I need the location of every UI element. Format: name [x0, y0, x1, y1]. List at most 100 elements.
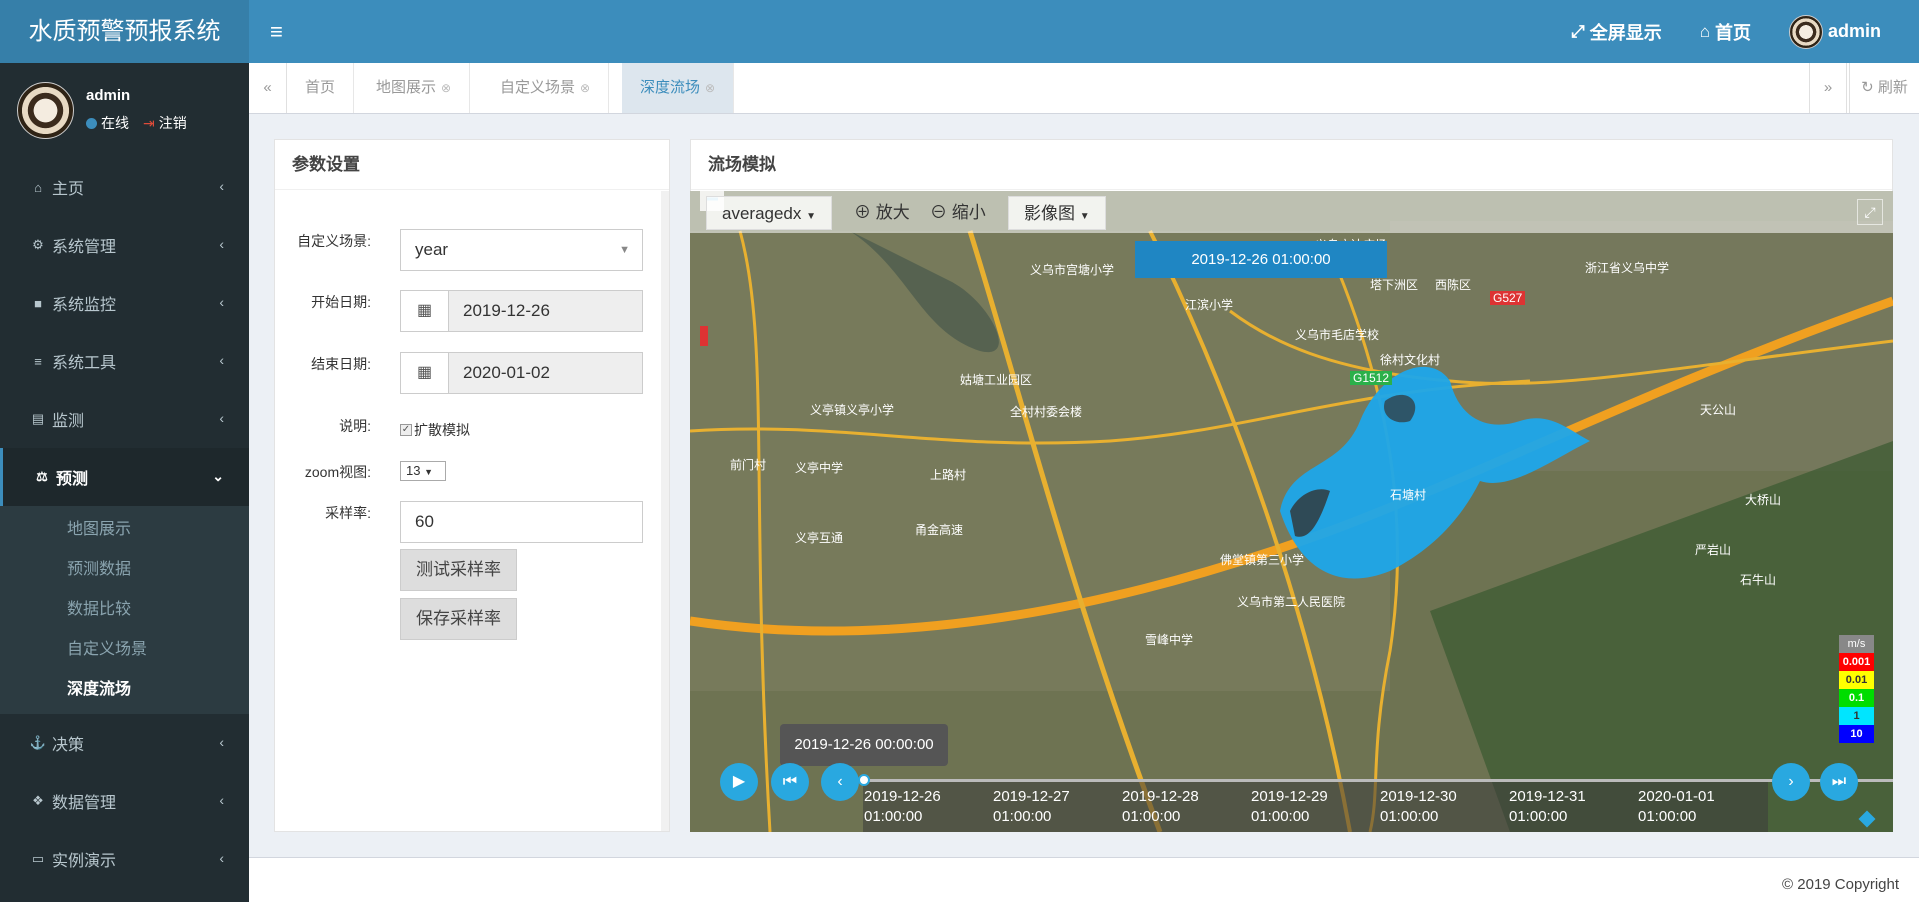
- chevron-left-icon: ‹: [219, 294, 224, 310]
- params-panel-title: 参数设置: [275, 140, 669, 190]
- sidebar-item-monitoring[interactable]: ▤ 监测 ‹: [0, 390, 249, 448]
- sidebar-item-system-monitor[interactable]: ■ 系统监控 ‹: [0, 274, 249, 332]
- refresh-button[interactable]: ↻ 刷新: [1849, 63, 1919, 113]
- app-logo-title[interactable]: 水质预警预报系统: [0, 0, 249, 63]
- tabs-scroll-left-icon[interactable]: «: [249, 63, 287, 113]
- timeline-track[interactable]: [863, 779, 1893, 782]
- velocity-legend: m/s 0.001 0.01 0.1 1 10: [1839, 635, 1874, 743]
- sidebar-subitem-map[interactable]: 地图展示: [0, 510, 249, 550]
- sidebar-item-data-management[interactable]: ❖ 数据管理 ‹: [0, 772, 249, 830]
- test-sample-rate-button[interactable]: 测试采样率: [400, 549, 517, 591]
- timeline-tick[interactable]: 2019-12-26 01:00:00: [864, 787, 941, 827]
- timeline-handle[interactable]: [858, 774, 870, 786]
- tabs-scroll-right-icon[interactable]: »: [1809, 63, 1847, 113]
- save-sample-rate-button[interactable]: 保存采样率: [400, 598, 517, 640]
- zoom-out-button[interactable]: ⊖ 缩小: [930, 196, 986, 230]
- timeline-tick[interactable]: 2019-12-28 01:00:00: [1122, 787, 1199, 827]
- zoom-in-icon: ⊕: [854, 203, 871, 222]
- sidebar-subitem-depth-flow[interactable]: 深度流场: [0, 670, 249, 710]
- map-toolbar: averagedx ▼ ⊕ 放大 ⊖ 缩小 影像图 ▼ ⤢: [690, 191, 1893, 233]
- close-icon[interactable]: ⊗: [441, 81, 451, 95]
- start-date-input[interactable]: 2019-12-26: [448, 290, 643, 332]
- anchor-icon: ⚓: [29, 735, 47, 750]
- avatar: [1788, 14, 1823, 49]
- desktop-icon: ▭: [31, 851, 45, 866]
- legend-entry: 0.1: [1839, 689, 1874, 707]
- play-button[interactable]: ▶: [720, 763, 758, 801]
- chevron-left-icon: ‹: [219, 352, 224, 368]
- sidebar-toggle-icon[interactable]: ≡: [270, 0, 283, 63]
- basemap-dropdown[interactable]: 影像图 ▼: [1008, 196, 1106, 230]
- calendar-icon[interactable]: ▦: [400, 290, 449, 332]
- user-panel: admin 在线 ⇥ 注销: [0, 63, 249, 158]
- caret-down-icon: ▼: [1079, 211, 1090, 222]
- layer-select-dropdown[interactable]: averagedx ▼: [706, 196, 833, 230]
- map-viewport[interactable]: 义乌方达广场 义乌市宫塘小学 江滨小学 塔下洲区 西陈区 浙江省义乌中学 义乌市…: [690, 191, 1893, 832]
- sidebar-item-system-admin[interactable]: ⚙ 系统管理 ‹: [0, 216, 249, 274]
- chevron-left-icon: ‹: [219, 178, 224, 194]
- forecast-submenu: 地图展示 预测数据 数据比较 自定义场景 深度流场: [0, 506, 249, 714]
- expand-icon: ⤢: [1571, 21, 1585, 41]
- balance-scale-icon: ⚖: [36, 469, 48, 484]
- close-icon[interactable]: ⊗: [705, 81, 715, 95]
- play-icon: ▶: [732, 773, 746, 790]
- fullscreen-button[interactable]: ⤢ 全屏显示: [1571, 19, 1662, 45]
- timeline-tooltip: 2019-12-26 00:00:00: [780, 724, 948, 766]
- step-forward-button[interactable]: ›: [1772, 763, 1810, 801]
- tab-custom-scene[interactable]: 自定义场景 ⊗: [482, 63, 610, 113]
- end-date-input[interactable]: 2020-01-02: [448, 352, 643, 394]
- chevron-left-icon: ‹: [837, 773, 843, 790]
- timeline-tick[interactable]: 2019-12-29 01:00:00: [1251, 787, 1328, 827]
- avatar: [17, 82, 74, 139]
- copyright-text: © 2019 Copyright: [1782, 876, 1899, 893]
- tab-depth-flow[interactable]: 深度流场 ⊗: [622, 63, 735, 113]
- logout-icon[interactable]: ⇥: [143, 115, 155, 132]
- video-camera-icon: ■: [34, 295, 42, 311]
- tab-map[interactable]: 地图展示 ⊗: [358, 63, 471, 113]
- timeline-tick[interactable]: 2020-01-01 01:00:00: [1638, 787, 1715, 827]
- close-icon[interactable]: ⊗: [580, 81, 590, 95]
- logout-link[interactable]: 注销: [159, 113, 187, 133]
- database-icon: ▤: [31, 411, 45, 426]
- legend-entry: 0.001: [1839, 653, 1874, 671]
- sidebar-item-forecast[interactable]: ⚖ 预测 ⌄: [0, 448, 249, 506]
- diffusion-checkbox-row: ✓ 扩散模拟: [400, 422, 470, 438]
- sidebar-item-demo[interactable]: ▭ 实例演示 ‹: [0, 830, 249, 888]
- sidebar-subitem-forecast-data[interactable]: 预测数据: [0, 550, 249, 590]
- zoom-select[interactable]: 13 ▼: [400, 461, 446, 481]
- top-nav-right: ⤢ 全屏显示 ⌂ 首页 admin: [1571, 0, 1919, 63]
- home-icon: ⌂: [1699, 21, 1710, 41]
- chevron-left-icon: ‹: [219, 850, 224, 866]
- sidebar-subitem-data-compare[interactable]: 数据比较: [0, 590, 249, 630]
- timeline-tick[interactable]: 2019-12-30 01:00:00: [1380, 787, 1457, 827]
- calendar-icon[interactable]: ▦: [400, 352, 449, 394]
- map-fullscreen-icon[interactable]: ⤢: [1857, 199, 1883, 225]
- skip-back-button[interactable]: ⏮: [771, 763, 809, 801]
- scene-select[interactable]: year ▼: [400, 229, 643, 271]
- timeline-tick[interactable]: 2019-12-27 01:00:00: [993, 787, 1070, 827]
- chevron-left-icon: ‹: [219, 410, 224, 426]
- diffusion-checkbox[interactable]: ✓: [400, 424, 412, 436]
- chevron-left-icon: ‹: [219, 236, 224, 252]
- page-tabs-bar: « 首页 地图展示 ⊗ 自定义场景 ⊗ 深度流场 ⊗ » ↻ 刷新: [249, 63, 1919, 114]
- zoom-in-button[interactable]: ⊕ 放大: [854, 196, 910, 230]
- sample-rate-input[interactable]: 60: [400, 501, 643, 543]
- user-status: 在线 ⇥ 注销: [86, 113, 187, 133]
- timeline-tick[interactable]: 2019-12-31 01:00:00: [1509, 787, 1586, 827]
- step-back-button[interactable]: ‹: [821, 763, 859, 801]
- chevron-right-icon: ›: [1788, 773, 1794, 790]
- home-button[interactable]: ⌂ 首页: [1700, 19, 1751, 45]
- sidebar-item-home[interactable]: ⌂ 主页 ‹: [0, 158, 249, 216]
- skip-forward-button[interactable]: ⏭: [1820, 763, 1858, 801]
- sidebar: admin 在线 ⇥ 注销 ⌂ 主页 ‹ ⚙ 系统管理 ‹ ■ 系统监控 ‹ ≡ 系统工具 ‹ …: [0, 63, 249, 902]
- user-menu[interactable]: admin: [1788, 14, 1881, 49]
- start-date-label: 开始日期:: [311, 294, 371, 310]
- sidebar-subitem-custom-scene[interactable]: 自定义场景: [0, 630, 249, 670]
- online-status-icon: [86, 117, 97, 129]
- sidebar-item-decision[interactable]: ⚓ 决策 ‹: [0, 714, 249, 772]
- chevron-left-icon: ‹: [219, 792, 224, 808]
- scrollbar[interactable]: [661, 191, 669, 831]
- sidebar-item-system-tools[interactable]: ≡ 系统工具 ‹: [0, 332, 249, 390]
- gear-icon: ⚙: [32, 237, 44, 252]
- tab-home[interactable]: 首页: [287, 63, 355, 113]
